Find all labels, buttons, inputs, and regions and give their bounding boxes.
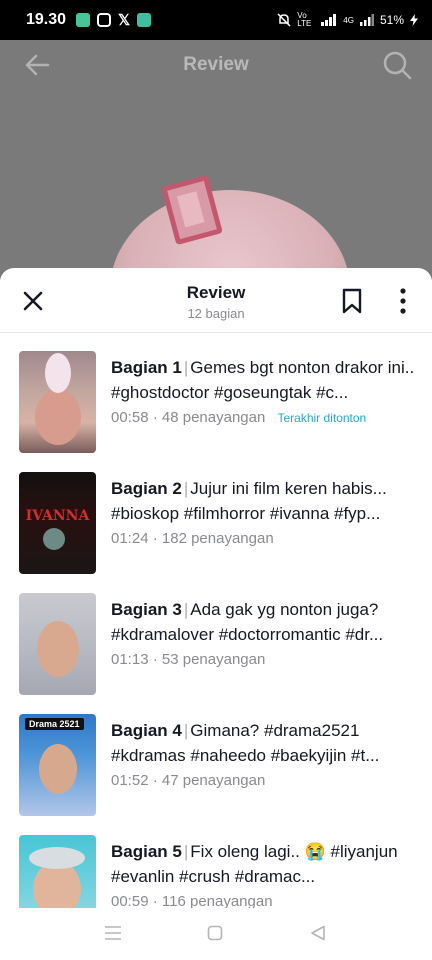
menu-icon[interactable]: [104, 925, 122, 941]
episode-duration: 00:58: [111, 409, 149, 426]
episode-views: 47 penayangan: [161, 772, 266, 789]
sheet-title: Review: [186, 283, 246, 302]
notification-icons: 𝕏: [76, 11, 152, 29]
chat-app-icon: [76, 13, 91, 27]
title-separator: |: [183, 600, 189, 619]
thumb-headband: [29, 847, 85, 869]
episode-views: 48 penayangan: [161, 409, 266, 426]
list-item[interactable]: Bagian 1 | Gemes bgt nonton drakor ini.. #…: [0, 333, 432, 453]
episode-meta: 01:24 · 182 penayangan: [111, 530, 274, 547]
list-item[interactable]: Drama 2521 Bagian 4 | Gimana? #drama2521 #…: [0, 696, 432, 816]
network-type: Vo LTE: [297, 11, 312, 28]
more-vertical-icon[interactable]: [400, 288, 406, 314]
episode-duration: 01:52: [111, 772, 149, 789]
episode-thumbnail: Drama 2521: [19, 714, 96, 816]
signal-icon: [321, 14, 337, 26]
top-nav: Review: [0, 40, 432, 92]
instagram-icon: [97, 13, 112, 27]
back-triangle-icon[interactable]: [310, 925, 326, 941]
episode-title: Bagian 2 | Jujur ini film keren habis... #…: [111, 476, 416, 526]
meta-separator: ·: [152, 893, 158, 908]
thumb-face: [35, 389, 81, 445]
title-separator: |: [183, 721, 189, 740]
episode-meta: 01:52 · 47 penayangan: [111, 772, 265, 789]
episode-title: Bagian 4 | Gimana? #drama2521 #kdramas #na…: [111, 718, 416, 768]
mute-icon: [277, 13, 291, 27]
signal-icon-2: [359, 14, 374, 26]
meta-separator: ·: [152, 651, 158, 668]
episode-meta: 00:58 · 48 penayangan Terakhir ditonton: [111, 409, 366, 426]
episode-meta: 01:13 · 53 penayangan: [111, 651, 265, 668]
status-time: 19.30: [26, 11, 67, 28]
episode-part: Bagian 2: [111, 479, 182, 498]
thumb-face: [43, 528, 65, 550]
thumb-face: [37, 621, 79, 677]
sheet-subtitle: 12 bagian: [187, 306, 245, 321]
search-icon[interactable]: [382, 50, 412, 80]
episode-duration: 00:59: [111, 893, 149, 908]
meta-separator: ·: [152, 409, 158, 426]
episode-part: Bagian 5: [111, 842, 182, 861]
episode-thumbnail: IVANNA: [19, 472, 96, 574]
video-hat: [110, 190, 350, 280]
episode-thumbnail: [19, 593, 96, 695]
x-app-icon: 𝕏: [118, 12, 131, 29]
status-bar: 19.30 𝕏 Vo LTE 4G 51%: [0, 0, 432, 40]
episode-title: Bagian 5 | Fix oleng lagi.. 😭 #liyanjun #e…: [111, 839, 416, 889]
battery-level: 51%: [379, 13, 404, 27]
episode-meta: 00:59 · 116 penayangan: [111, 893, 273, 908]
system-nav-bar: [0, 908, 432, 960]
episode-duration: 01:13: [111, 651, 149, 668]
list-item[interactable]: Bagian 3 | Ada gak yg nonton juga? #kdrama…: [0, 575, 432, 695]
thumb-face: [39, 744, 77, 794]
title-separator: |: [183, 479, 189, 498]
status-right: Vo LTE 4G 51%: [277, 12, 418, 28]
bookmark-icon[interactable]: [341, 288, 363, 314]
thumb-ears: [45, 353, 71, 393]
list-item[interactable]: IVANNA Bagian 2 | Jujur ini film keren hab…: [0, 454, 432, 574]
playlist-sheet: Review 12 bagian Bagian 1 | Gemes bgt nont…: [0, 268, 432, 908]
thumb-poster-text: IVANNA: [25, 508, 90, 524]
page-title: Review: [183, 54, 249, 75]
last-watched-badge: Terakhir ditonton: [277, 411, 367, 425]
episode-duration: 01:24: [111, 530, 149, 547]
episode-title: Bagian 3 | Ada gak yg nonton juga? #kdrama…: [111, 597, 416, 647]
signal-4g: 4G: [343, 15, 354, 25]
episode-thumbnail: [19, 835, 96, 908]
episode-views: 53 penayangan: [161, 651, 266, 668]
episode-title: Bagian 1 | Gemes bgt nonton drakor ini.. #…: [111, 355, 416, 405]
episode-part: Bagian 1: [111, 358, 182, 377]
meta-separator: ·: [152, 530, 158, 547]
episode-part: Bagian 4: [111, 721, 182, 740]
meta-separator: ·: [152, 772, 158, 789]
messenger-app-icon: [137, 13, 152, 27]
sheet-header: Review 12 bagian: [0, 268, 432, 333]
charging-icon: [410, 14, 418, 26]
episode-views: 182 penayangan: [161, 530, 274, 547]
episode-thumbnail: [19, 351, 96, 453]
home-square-icon[interactable]: [207, 925, 223, 941]
list-item[interactable]: Bagian 5 | Fix oleng lagi.. 😭 #liyanjun #e…: [0, 817, 432, 908]
title-separator: |: [183, 358, 189, 377]
episode-part: Bagian 3: [111, 600, 182, 619]
episode-views: 116 penayangan: [161, 893, 273, 908]
thumb-drama-label: Drama 2521: [25, 718, 84, 730]
title-separator: |: [183, 842, 189, 861]
